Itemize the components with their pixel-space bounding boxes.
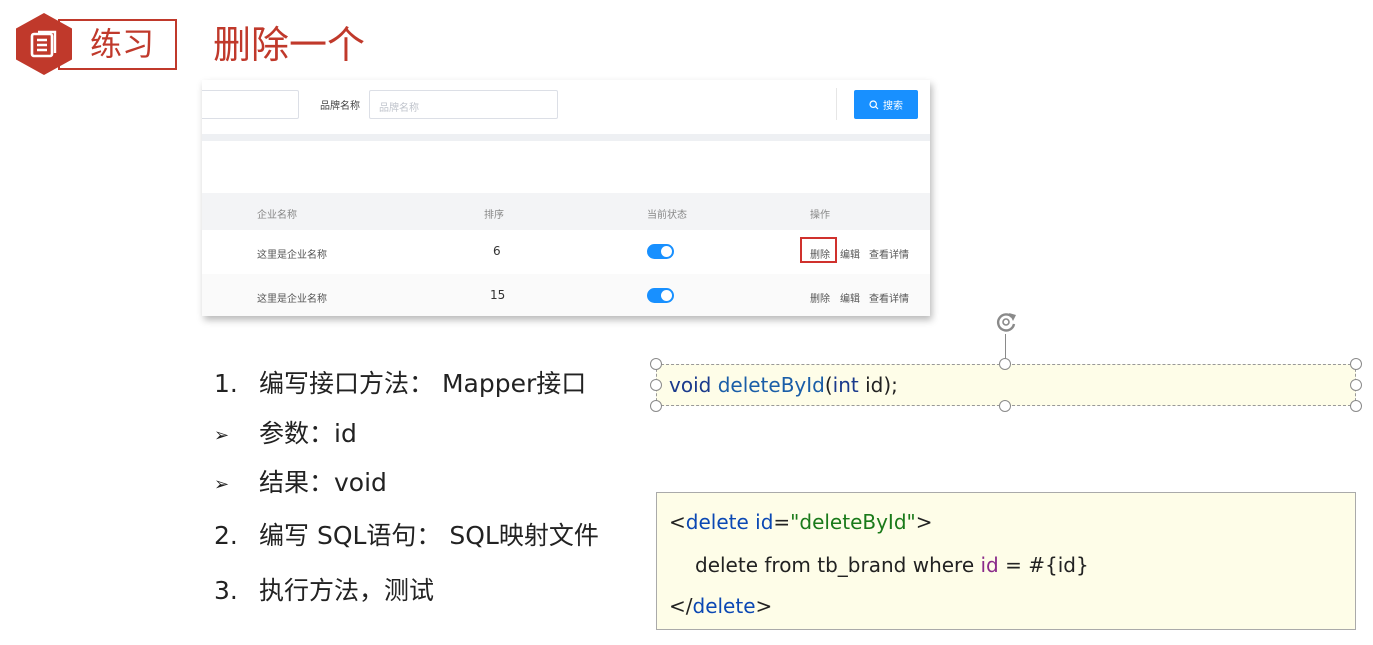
code-void-keyword: void bbox=[669, 373, 712, 397]
code-sql-keyword: id bbox=[980, 553, 999, 577]
code-method-name: deleteById bbox=[717, 373, 825, 397]
view-details-link[interactable]: 查看详情 bbox=[869, 246, 909, 261]
resize-handle[interactable] bbox=[999, 358, 1011, 370]
code-bracket: > bbox=[915, 510, 933, 534]
resize-handle[interactable] bbox=[650, 358, 662, 370]
xml-code-box: <delete id="deleteById"> delete from tb_… bbox=[656, 492, 1356, 630]
resize-handle[interactable] bbox=[1350, 379, 1362, 391]
code-line: </delete> bbox=[669, 592, 772, 620]
brand-name-label: 品牌名称 bbox=[320, 101, 360, 112]
arrow-bullet-icon: ➢ bbox=[214, 425, 230, 446]
embedded-screenshot: 品牌名称 品牌名称 搜索 企业名称 排序 当前状态 操作 这里是企业名称 6 删… bbox=[202, 80, 930, 316]
delete-link[interactable]: 删除 bbox=[810, 246, 830, 261]
table-row: 这里是企业名称 6 删除 编辑 查看详情 bbox=[202, 230, 930, 274]
delete-link[interactable]: 删除 bbox=[810, 290, 830, 305]
search-button-label: 搜索 bbox=[883, 101, 903, 112]
section-band bbox=[202, 134, 930, 141]
view-details-link[interactable]: 查看详情 bbox=[869, 290, 909, 305]
company-search-input[interactable] bbox=[202, 90, 299, 119]
column-actions: 操作 bbox=[810, 210, 830, 221]
search-button[interactable]: 搜索 bbox=[854, 90, 918, 119]
order-cell: 15 bbox=[490, 288, 506, 302]
code-bracket: < bbox=[669, 510, 686, 534]
company-name-cell: 这里是企业名称 bbox=[257, 294, 327, 305]
code-eq: = bbox=[773, 510, 791, 534]
code-line: <delete id="deleteById"> bbox=[669, 508, 933, 536]
table-header: 企业名称 排序 当前状态 操作 bbox=[202, 193, 930, 230]
brand-name-input[interactable]: 品牌名称 bbox=[369, 90, 558, 119]
step-text: 结果：void bbox=[259, 468, 387, 497]
column-order: 排序 bbox=[484, 210, 504, 221]
slide-title: 删除一个 bbox=[213, 23, 366, 67]
step-number: 2. bbox=[214, 521, 238, 550]
section-tag-label: 练习 bbox=[90, 25, 155, 63]
step-text: 参数：id bbox=[259, 419, 357, 448]
order-cell: 6 bbox=[493, 244, 501, 258]
step-number: 1. bbox=[214, 369, 238, 398]
code-attr-value: "deleteById" bbox=[790, 510, 916, 534]
code-param: id bbox=[865, 373, 884, 397]
resize-handle[interactable] bbox=[650, 400, 662, 412]
code-tag: delete bbox=[685, 510, 749, 534]
code-close: ); bbox=[883, 373, 898, 397]
code-bracket: </ bbox=[669, 594, 693, 618]
code-tag: delete bbox=[692, 594, 756, 618]
code-int-keyword: int bbox=[832, 373, 859, 397]
code-open-paren: ( bbox=[824, 373, 833, 397]
divider bbox=[836, 88, 837, 120]
company-name-cell: 这里是企业名称 bbox=[257, 250, 327, 261]
resize-handle[interactable] bbox=[999, 400, 1011, 412]
resize-handle[interactable] bbox=[1350, 358, 1362, 370]
column-company: 企业名称 bbox=[257, 210, 297, 221]
arrow-bullet-icon: ➢ bbox=[214, 474, 230, 495]
status-toggle[interactable] bbox=[647, 244, 674, 259]
resize-handle[interactable] bbox=[650, 379, 662, 391]
edit-link[interactable]: 编辑 bbox=[840, 290, 860, 305]
code-sql: delete from tb_brand where bbox=[695, 553, 975, 577]
code-bracket: > bbox=[755, 594, 773, 618]
code-line: delete from tb_brand where id = #{id} bbox=[695, 551, 1089, 579]
code-sql-rest: = #{id} bbox=[1005, 553, 1089, 577]
step-text: 编写 SQL语句： SQL映射文件 bbox=[259, 521, 599, 550]
resize-handle[interactable] bbox=[1350, 400, 1362, 412]
status-toggle[interactable] bbox=[647, 288, 674, 303]
step-number: 3. bbox=[214, 576, 238, 605]
edit-link[interactable]: 编辑 bbox=[840, 246, 860, 261]
step-text: 编写接口方法： Mapper接口 bbox=[259, 369, 587, 398]
code-attr: id bbox=[755, 510, 774, 534]
column-status: 当前状态 bbox=[647, 210, 687, 221]
step-text: 执行方法，测试 bbox=[259, 576, 435, 605]
search-icon bbox=[869, 99, 879, 109]
table-row: 这里是企业名称 15 删除 编辑 查看详情 bbox=[202, 274, 930, 316]
rotate-handle-icon[interactable] bbox=[991, 308, 1021, 336]
document-icon bbox=[30, 30, 57, 58]
